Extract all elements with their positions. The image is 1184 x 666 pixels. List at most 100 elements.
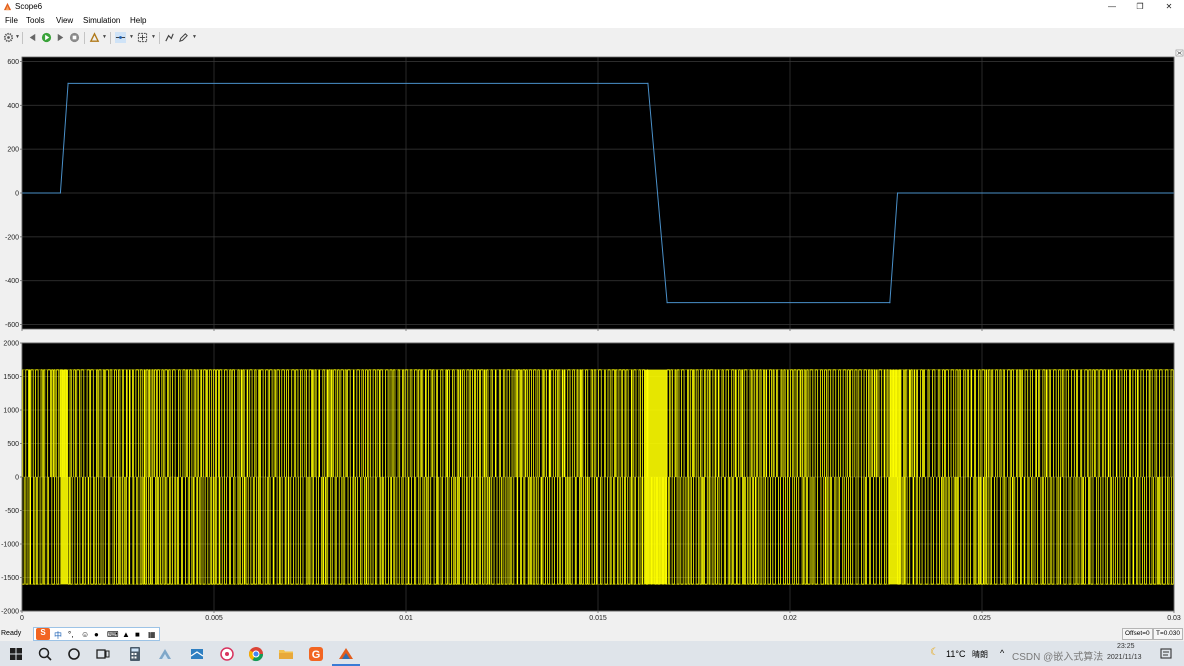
weather-description[interactable]: 晴朗 [972, 649, 988, 660]
x-tick-label: 0.01 [399, 615, 413, 622]
step-back-icon[interactable] [27, 32, 38, 43]
windows-start-icon[interactable] [8, 646, 24, 662]
ime-toolbar[interactable]: S 中 °, ☺ ● ⌨ ▲ ■ ▦ [33, 627, 160, 641]
y-tick-label: 200 [7, 147, 19, 154]
window-title: Scope6 [15, 2, 43, 11]
dense-switching-band [889, 369, 902, 585]
x-tick-label: 0 [20, 615, 24, 622]
y-tick-label: 400 [7, 103, 19, 110]
search-icon[interactable] [37, 646, 53, 662]
x-tick-label: 0.025 [973, 615, 991, 622]
restore-icon[interactable]: ❐ [1126, 0, 1154, 14]
data-point [59, 192, 62, 194]
matlab-icon[interactable] [338, 646, 354, 662]
y-tick-label: 2000 [3, 341, 19, 348]
cursor-dropdown-icon[interactable]: ▼ [129, 34, 134, 40]
data-point [666, 302, 668, 304]
calculator-icon[interactable] [127, 646, 143, 662]
bottom-axes[interactable]: 2000150010005000-500-1000-1500-20000 0.00… [1, 341, 1181, 623]
highlight-dropdown-icon[interactable]: ▼ [102, 34, 107, 40]
matlab-app-icon [3, 2, 12, 11]
menu-tools[interactable]: Tools [26, 16, 45, 25]
y-tick-label: -400 [5, 278, 19, 285]
file-explorer-icon[interactable] [278, 646, 294, 662]
notification-icon[interactable] [1158, 646, 1174, 662]
minimize-icon[interactable]: — [1098, 0, 1126, 14]
status-text: Ready [1, 630, 22, 637]
toolbar-separator [22, 32, 23, 44]
watermark-text: CSDN @嵌入式算法 [1012, 652, 1104, 663]
dense-switching-band [60, 369, 69, 585]
menu-file[interactable]: File [5, 16, 18, 25]
menu-bar: File Tools View Simulation Help [0, 14, 1184, 28]
skin-icon[interactable]: ▲ [122, 630, 130, 639]
clock-time[interactable]: 23:25 [1117, 643, 1135, 650]
app-icon[interactable]: G [308, 646, 324, 662]
data-point [889, 302, 891, 304]
status-offset: Offset=0 [1122, 628, 1153, 640]
y-tick-label: -600 [5, 322, 19, 329]
top-axes[interactable]: 600 400 200 0 -200 -400 -600 [5, 56, 1175, 331]
gear-icon[interactable] [3, 32, 14, 43]
cortana-icon[interactable] [66, 646, 82, 662]
ime-menu-icon[interactable]: ▦ [148, 630, 156, 639]
highlight-icon[interactable] [89, 32, 100, 43]
punctuation-icon[interactable]: °, [68, 630, 73, 639]
task-view-icon[interactable] [95, 646, 111, 662]
chrome-icon[interactable] [248, 646, 264, 662]
y-tick-label: -1500 [1, 575, 19, 582]
y-tick-label: 500 [7, 441, 19, 448]
dense-switching-band [644, 369, 668, 585]
ime-chinese-toggle[interactable]: 中 [54, 630, 62, 641]
toolbox-icon[interactable]: ■ [135, 630, 140, 639]
status-bar: Ready S 中 °, ☺ ● ⌨ ▲ ■ ▦ Offset=0 T=0.03… [0, 627, 1184, 641]
taskbar: G ☾ 11°C 晴朗 ^ CSDN @嵌入式算法 23:25 2021/11/… [0, 641, 1184, 666]
status-time: T=0.030 [1153, 628, 1184, 640]
toolbar-separator [110, 32, 111, 44]
run-icon[interactable] [41, 32, 52, 43]
y-tick-label: -200 [5, 234, 19, 241]
voice-icon[interactable]: ● [94, 630, 99, 639]
menu-view[interactable]: View [56, 16, 73, 25]
close-icon[interactable]: ✕ [1155, 0, 1183, 14]
data-point [67, 82, 69, 84]
sogou-logo-icon[interactable]: S [36, 628, 50, 640]
title-bar: Scope6 — ❐ ✕ [0, 0, 1184, 14]
x-tick-label: 0.015 [589, 615, 607, 622]
y-tick-label: -2000 [1, 609, 19, 616]
gear-dropdown-icon[interactable]: ▼ [15, 34, 20, 40]
emoji-icon[interactable]: ☺ [81, 630, 89, 639]
stop-icon[interactable] [69, 32, 80, 43]
y-tick-label: -1000 [1, 542, 19, 549]
app-icon[interactable] [189, 646, 205, 662]
toolbar-separator [84, 32, 85, 44]
tray-chevron-up-icon[interactable]: ^ [1000, 648, 1004, 658]
weather-moon-icon[interactable]: ☾ [930, 647, 939, 658]
pen-dropdown-icon[interactable]: ▼ [192, 34, 197, 40]
y-tick-label: 600 [7, 59, 19, 66]
autoscale-icon[interactable] [164, 32, 175, 43]
cursor-measure-icon[interactable] [115, 32, 126, 43]
x-tick-label: 0.005 [205, 615, 223, 622]
menu-simulation[interactable]: Simulation [83, 16, 120, 25]
pen-icon[interactable] [178, 32, 189, 43]
clock-date[interactable]: 2021/11/13 [1107, 654, 1142, 661]
x-tick-label: 0.02 [783, 615, 797, 622]
x-tick-label: 0.03 [1167, 615, 1181, 622]
toolbar: ▼ ▼ ▼ ▼ ▼ [0, 29, 1184, 48]
scope-figure: 6004002000-200-400-600 2000150010005000-… [0, 47, 1184, 627]
y-tick-label: 1000 [3, 408, 19, 415]
undock-axes-icon[interactable] [1175, 49, 1184, 57]
app-icon[interactable] [157, 646, 173, 662]
menu-help[interactable]: Help [130, 16, 146, 25]
toolbar-separator [159, 32, 160, 44]
y-tick-label: 0 [15, 191, 19, 198]
step-forward-icon[interactable] [55, 32, 66, 43]
zoom-icon[interactable] [137, 32, 148, 43]
y-tick-label: 0 [15, 475, 19, 482]
svg-text:G: G [312, 649, 321, 661]
keyboard-icon[interactable]: ⌨ [107, 630, 119, 639]
weather-temperature[interactable]: 11°C [946, 649, 965, 659]
app-icon[interactable] [219, 646, 235, 662]
zoom-dropdown-icon[interactable]: ▼ [151, 34, 156, 40]
